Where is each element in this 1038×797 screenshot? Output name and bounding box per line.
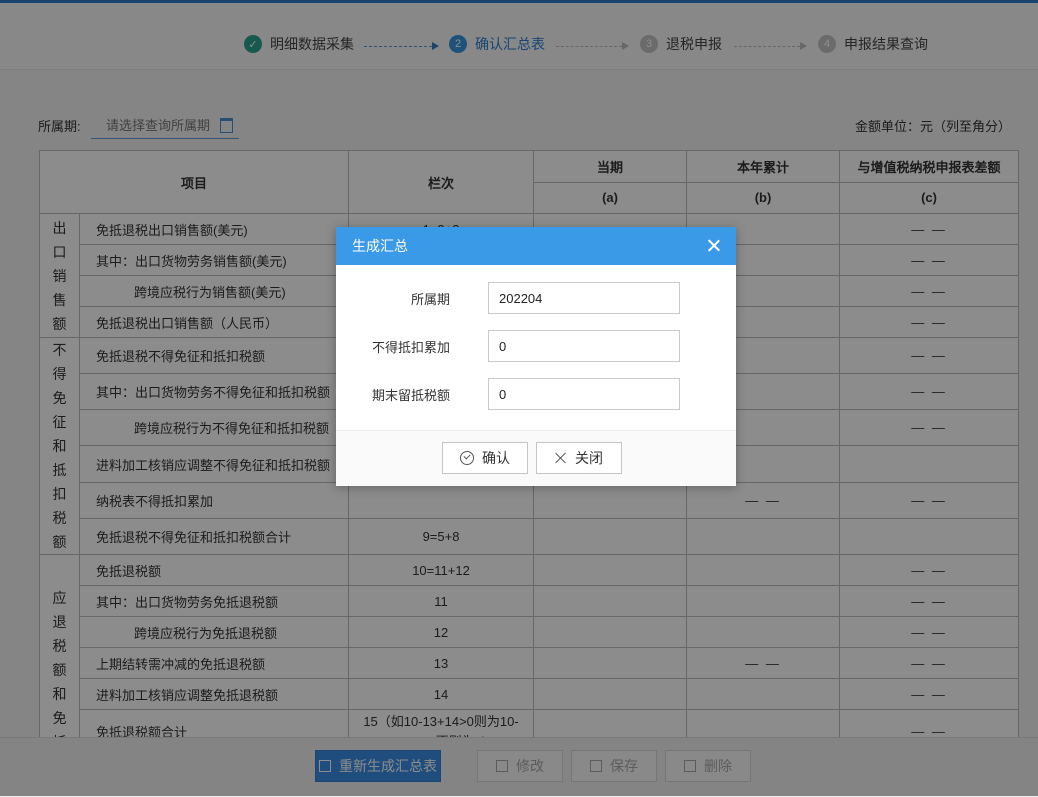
field-row-ending-credit: 期末留抵税额 [336,378,736,410]
period-field[interactable] [488,282,680,314]
dialog-title: 生成汇总 [352,238,408,254]
close-label: 关闭 [575,450,603,466]
field-row-period: 所属期 [336,282,736,314]
close-icon [555,452,567,464]
ending-credit-field-label: 期末留抵税额 [371,387,450,403]
close-button[interactable]: 关闭 [536,442,622,474]
check-circle-icon [460,451,474,465]
field-row-non-deductible: 不得抵扣累加 [336,330,736,362]
generate-summary-dialog: 生成汇总 所属期 不得抵扣累加 期末留抵税额 确认 关闭 [336,227,736,486]
ending-credit-field[interactable] [488,378,680,410]
non-deductible-field[interactable] [488,330,680,362]
dialog-footer: 确认 关闭 [336,430,736,486]
confirm-label: 确认 [482,450,510,466]
non-deductible-field-label: 不得抵扣累加 [371,339,450,355]
dialog-header: 生成汇总 [336,227,736,265]
close-icon[interactable] [706,238,722,254]
period-field-label: 所属期 [410,291,450,307]
confirm-button[interactable]: 确认 [442,442,528,474]
